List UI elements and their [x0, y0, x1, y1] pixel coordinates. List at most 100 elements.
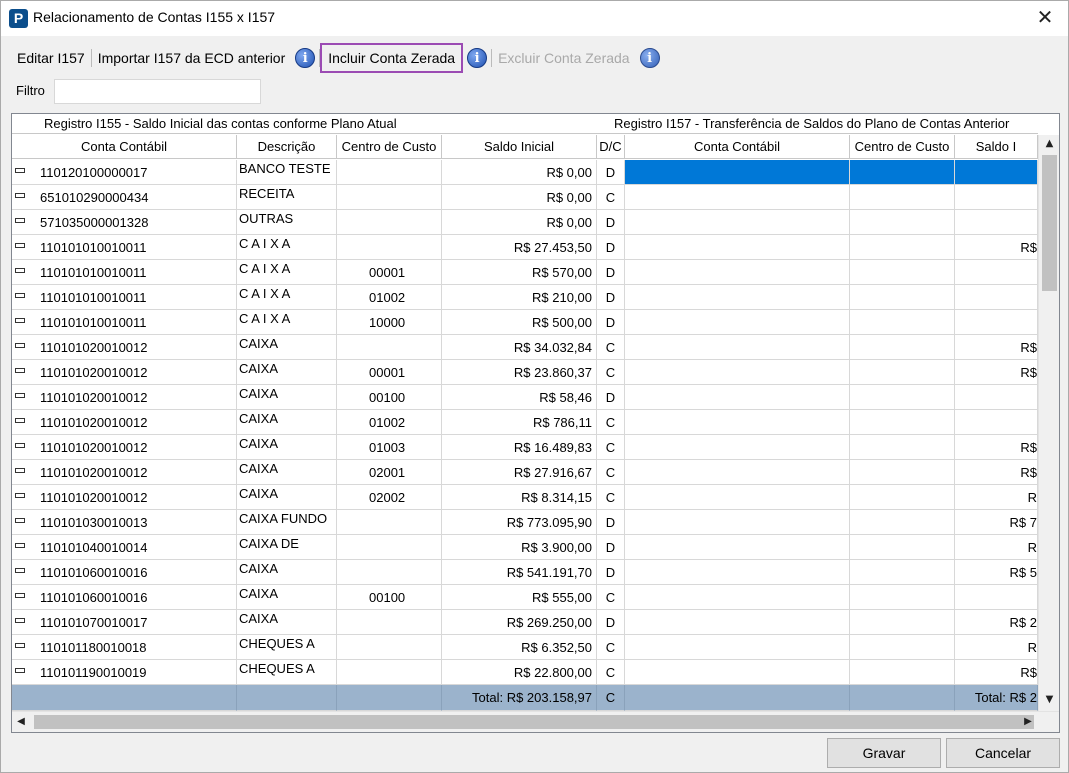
table-row[interactable]: 110101060010016 CAIXA 00100 R$ 555,00 C	[12, 585, 1038, 610]
cell-conta[interactable]: 110101070010017	[12, 610, 237, 635]
table-row[interactable]: 110101190010019 CHEQUES A R$ 22.800,00 C R$	[12, 660, 1038, 685]
cell-conta-anterior[interactable]	[625, 160, 850, 185]
filter-input[interactable]	[54, 79, 261, 104]
cell-conta[interactable]: 110101020010012	[12, 435, 237, 460]
cell-conta-anterior[interactable]	[625, 635, 850, 660]
cell-conta-anterior[interactable]	[625, 485, 850, 510]
cell-conta[interactable]: 110101020010012	[12, 335, 237, 360]
cell-descricao[interactable]: CAIXA	[237, 385, 337, 410]
cell-conta-anterior[interactable]	[625, 210, 850, 235]
cell-saldo[interactable]: R$ 0,00	[442, 210, 597, 235]
cell-saldo[interactable]: R$ 0,00	[442, 185, 597, 210]
cell-dc[interactable]: D	[597, 310, 625, 335]
cell-saldo-anterior[interactable]	[955, 385, 1038, 410]
cell-dc[interactable]: C	[597, 485, 625, 510]
cell-saldo[interactable]: R$ 34.032,84	[442, 335, 597, 360]
cell-centro-custo-anterior[interactable]	[850, 435, 955, 460]
cell-conta[interactable]: 110101010010011	[12, 235, 237, 260]
cell-centro-custo[interactable]	[337, 235, 442, 260]
cell-saldo[interactable]: R$ 3.900,00	[442, 535, 597, 560]
cell-conta[interactable]: 110101020010012	[12, 410, 237, 435]
cell-descricao[interactable]: RECEITA	[237, 185, 337, 210]
cell-dc[interactable]: C	[597, 585, 625, 610]
cell-centro-custo-anterior[interactable]	[850, 185, 955, 210]
cell-saldo-anterior[interactable]	[955, 210, 1038, 235]
cell-descricao[interactable]: CHEQUES A	[237, 635, 337, 660]
cell-descricao[interactable]: OUTRAS	[237, 210, 337, 235]
cell-descricao[interactable]: CAIXA	[237, 360, 337, 385]
cell-saldo[interactable]: R$ 58,46	[442, 385, 597, 410]
cell-dc[interactable]: C	[597, 335, 625, 360]
cell-centro-custo-anterior[interactable]	[850, 285, 955, 310]
cell-saldo[interactable]: R$ 27.453,50	[442, 235, 597, 260]
cell-dc[interactable]: C	[597, 185, 625, 210]
cell-centro-custo-anterior[interactable]	[850, 485, 955, 510]
table-row[interactable]: 110101020010012 CAIXA 01003 R$ 16.489,83 C R$	[12, 435, 1038, 460]
cell-conta-anterior[interactable]	[625, 610, 850, 635]
cell-centro-custo-anterior[interactable]	[850, 610, 955, 635]
cell-descricao[interactable]: CAIXA	[237, 610, 337, 635]
cell-conta[interactable]: 110101060010016	[12, 560, 237, 585]
table-row[interactable]: 110101070010017 CAIXA R$ 269.250,00 D R$ 2	[12, 610, 1038, 635]
cell-dc[interactable]: D	[597, 210, 625, 235]
scroll-left-icon[interactable]: ◀	[12, 712, 30, 732]
cell-centro-custo-anterior[interactable]	[850, 235, 955, 260]
cell-centro-custo-anterior[interactable]	[850, 635, 955, 660]
scroll-up-icon[interactable]: ▲	[1039, 135, 1059, 153]
col-header-saldo-anterior[interactable]: Saldo I	[955, 135, 1038, 159]
cell-saldo-anterior[interactable]: R$	[955, 435, 1038, 460]
col-header-centro-custo[interactable]: Centro de Custo	[337, 135, 442, 159]
cell-centro-custo[interactable]: 01002	[337, 410, 442, 435]
cell-saldo-anterior[interactable]: R	[955, 535, 1038, 560]
edit-i157-button[interactable]: Editar I157	[11, 44, 91, 72]
cell-conta[interactable]: 110101020010012	[12, 460, 237, 485]
cell-conta-anterior[interactable]	[625, 460, 850, 485]
cell-descricao[interactable]: C A I X A	[237, 260, 337, 285]
cell-saldo-anterior[interactable]	[955, 410, 1038, 435]
cell-conta-anterior[interactable]	[625, 360, 850, 385]
cell-saldo-anterior[interactable]	[955, 285, 1038, 310]
cell-saldo-anterior[interactable]	[955, 185, 1038, 210]
cell-centro-custo-anterior[interactable]	[850, 335, 955, 360]
cell-centro-custo[interactable]: 02001	[337, 460, 442, 485]
cell-centro-custo-anterior[interactable]	[850, 535, 955, 560]
table-row[interactable]: 110101180010018 CHEQUES A R$ 6.352,50 C R	[12, 635, 1038, 660]
cell-centro-custo-anterior[interactable]	[850, 260, 955, 285]
include-zero-account-button[interactable]: Incluir Conta Zerada	[320, 43, 464, 73]
cell-saldo[interactable]: R$ 22.800,00	[442, 660, 597, 685]
cell-descricao[interactable]: CAIXA	[237, 460, 337, 485]
cell-descricao[interactable]: CHEQUES A	[237, 660, 337, 685]
cell-conta[interactable]: 110101010010011	[12, 285, 237, 310]
cell-centro-custo-anterior[interactable]	[850, 560, 955, 585]
table-row[interactable]: 110101020010012 CAIXA R$ 34.032,84 C R$	[12, 335, 1038, 360]
table-row[interactable]: 110101030010013 CAIXA FUNDO R$ 773.095,90 D…	[12, 510, 1038, 535]
cell-conta-anterior[interactable]	[625, 235, 850, 260]
table-row[interactable]: 110101020010012 CAIXA 02002 R$ 8.314,15 C R	[12, 485, 1038, 510]
table-row[interactable]: 110101010010011 C A I X A 10000 R$ 500,00 D	[12, 310, 1038, 335]
cell-conta[interactable]: 651010290000434	[12, 185, 237, 210]
cell-conta-anterior[interactable]	[625, 335, 850, 360]
import-info-icon[interactable]: i	[295, 48, 316, 68]
horizontal-scrollbar[interactable]: ◀ ▶	[12, 711, 1059, 732]
table-row[interactable]: 110120100000017 BANCO TESTE R$ 0,00 D	[12, 160, 1038, 185]
cell-conta[interactable]: 110101180010018	[12, 635, 237, 660]
cell-dc[interactable]: D	[597, 160, 625, 185]
cell-centro-custo[interactable]	[337, 660, 442, 685]
cell-dc[interactable]: D	[597, 510, 625, 535]
col-header-descricao[interactable]: Descrição	[237, 135, 337, 159]
cell-saldo-anterior[interactable]	[955, 585, 1038, 610]
cell-descricao[interactable]: CAIXA	[237, 485, 337, 510]
cell-conta[interactable]: 110101010010011	[12, 260, 237, 285]
cell-centro-custo[interactable]: 00001	[337, 260, 442, 285]
cell-descricao[interactable]: C A I X A	[237, 285, 337, 310]
cell-conta[interactable]: 110101010010011	[12, 310, 237, 335]
include-info-icon[interactable]: i	[467, 48, 488, 68]
cell-dc[interactable]: C	[597, 360, 625, 385]
table-row[interactable]: 651010290000434 RECEITA R$ 0,00 C	[12, 185, 1038, 210]
cell-centro-custo-anterior[interactable]	[850, 210, 955, 235]
cell-conta-anterior[interactable]	[625, 660, 850, 685]
cell-saldo-anterior[interactable]: R$ 2	[955, 610, 1038, 635]
cell-conta-anterior[interactable]	[625, 510, 850, 535]
cell-centro-custo[interactable]	[337, 635, 442, 660]
cell-saldo[interactable]: R$ 16.489,83	[442, 435, 597, 460]
